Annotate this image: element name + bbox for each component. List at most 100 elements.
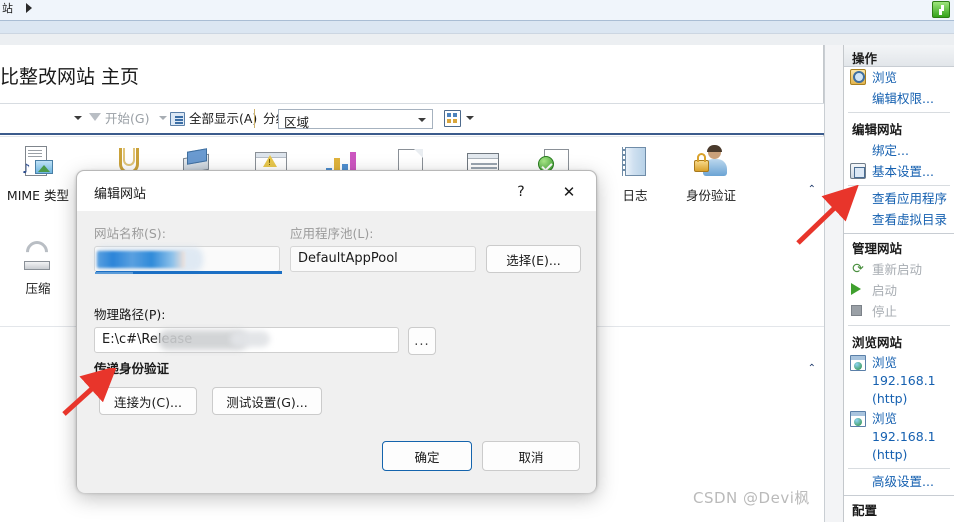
site-name-input[interactable]	[94, 246, 282, 274]
forward-arrow-icon[interactable]	[26, 3, 32, 13]
feature-label: MIME 类型	[6, 188, 70, 203]
action-label: 停止	[872, 304, 898, 319]
feature-compression[interactable]: 压缩	[0, 236, 81, 297]
view-chevron-down-icon[interactable]	[466, 116, 474, 120]
site-name-selection	[97, 251, 185, 268]
action-view-virtual-directories[interactable]: 查看虚拟目录	[844, 209, 954, 230]
basic-settings-icon	[850, 163, 866, 179]
logging-icon	[616, 144, 654, 182]
features-top-rule	[0, 136, 824, 137]
running-badge-icon[interactable]	[932, 1, 950, 18]
action-label: 浏览 192.168.1 (http)	[872, 355, 936, 406]
group-by-select[interactable]: 区域	[278, 109, 433, 130]
select-app-pool-button[interactable]: 选择(E)...	[486, 245, 581, 273]
show-all-label[interactable]: 全部显示(A)	[189, 111, 257, 127]
select-button-label: 选择(E)...	[506, 252, 561, 268]
help-icon[interactable]: ?	[508, 179, 534, 205]
actions-header: 操作	[844, 45, 954, 67]
physical-path-label: 物理路径(P):	[94, 307, 166, 322]
action-browse-site-1[interactable]: 浏览 192.168.1 (http)	[844, 353, 954, 409]
dialog-title: 编辑网站	[94, 187, 147, 202]
actions-divider	[848, 325, 950, 326]
strip-fill-lower	[0, 34, 954, 45]
actions-group-title-manage-site: 管理网站	[852, 241, 903, 256]
action-view-applications[interactable]: 查看应用程序	[844, 188, 954, 209]
action-label: 高级设置...	[872, 474, 934, 489]
content-toolbar: 开始(G) 全部显示(A) 分组依据: 区域	[0, 104, 824, 134]
browse-site-icon	[850, 355, 866, 371]
actions-group-title-configure: 配置	[852, 503, 878, 518]
action-browse-site-2[interactable]: 浏览 192.168.1 (http)	[844, 409, 954, 465]
start-icon	[851, 283, 861, 295]
pane-splitter[interactable]	[824, 45, 843, 522]
feature-label: 压缩	[25, 281, 51, 296]
window-top-strip: 站	[0, 0, 954, 20]
actions-divider	[848, 468, 950, 469]
action-start[interactable]: 启动	[844, 280, 954, 301]
strip-fill-upper	[0, 21, 954, 33]
cancel-button-label: 取消	[518, 449, 544, 465]
actions-group-title-browse-site: 浏览网站	[852, 335, 903, 350]
actions-header-label: 操作	[852, 51, 878, 66]
action-label: 基本设置...	[872, 164, 934, 179]
app-pool-label: 应用程序池(L):	[290, 226, 374, 241]
action-browse[interactable]: 浏览	[844, 67, 954, 88]
iis-manager-window: 站 比整改网站 主页 开始(G) 全部显示(A) 分组依据: 区域	[0, 0, 954, 522]
app-pool-input[interactable]: DefaultAppPool	[290, 246, 476, 272]
action-restart[interactable]: ⟳ 重新启动	[844, 259, 954, 280]
action-label: 浏览 192.168.1 (http)	[872, 411, 936, 462]
toolbar-separator	[254, 109, 255, 128]
feature-authentication[interactable]: 身份验证	[668, 144, 754, 204]
filter-icon	[89, 113, 102, 125]
dialog-body: 网站名称(S): 应用程序池(L): DefaultAppPool 选择(E).…	[77, 211, 596, 493]
actions-divider	[848, 185, 950, 186]
annotation-arrow-passthrough	[62, 368, 118, 416]
test-settings-button[interactable]: 测试设置(G)...	[212, 387, 322, 415]
dialog-title-bar: 编辑网站 ? ✕	[77, 171, 596, 211]
cancel-button[interactable]: 取消	[482, 441, 580, 471]
action-label: 编辑权限...	[872, 91, 934, 106]
toolbar-left-chevron-down-icon[interactable]	[74, 116, 82, 120]
browse-site-icon	[850, 411, 866, 427]
test-settings-label: 测试设置(G)...	[226, 394, 308, 410]
action-advanced-settings[interactable]: 高级设置...	[844, 471, 954, 492]
mime-types-icon: ♪	[19, 144, 57, 182]
action-edit-permissions[interactable]: 编辑权限...	[844, 88, 954, 109]
filter-start-label[interactable]: 开始(G)	[105, 111, 149, 127]
close-icon[interactable]: ✕	[554, 179, 584, 205]
action-label: 重新启动	[872, 262, 923, 277]
filter-chevron-down-icon[interactable]	[159, 116, 167, 120]
chevron-down-icon	[418, 118, 426, 122]
authentication-icon	[692, 144, 730, 182]
group-by-value: 区域	[284, 115, 310, 130]
action-label: 绑定...	[872, 143, 909, 158]
action-bindings[interactable]: 绑定...	[844, 140, 954, 161]
ok-button[interactable]: 确定	[382, 441, 472, 471]
stop-icon	[851, 305, 862, 316]
app-icon: 站	[2, 2, 13, 15]
action-label: 启动	[872, 283, 898, 298]
physical-path-redaction-2	[230, 331, 270, 347]
show-all-icon	[170, 112, 185, 126]
view-icon[interactable]	[444, 110, 461, 127]
physical-path-input[interactable]: E:\c#\Release	[94, 327, 399, 353]
browse-icon	[850, 69, 866, 85]
action-stop[interactable]: 停止	[844, 301, 954, 322]
restart-icon: ⟳	[852, 261, 864, 277]
feature-label: 日志	[622, 188, 648, 203]
feature-mime-types[interactable]: ♪ MIME 类型	[0, 144, 81, 204]
edit-site-dialog: 编辑网站 ? ✕ 网站名称(S): 应用程序池(L): DefaultAppPo…	[76, 170, 597, 493]
app-pool-value: DefaultAppPool	[298, 251, 398, 266]
action-label: 查看应用程序	[872, 191, 948, 206]
browse-path-button[interactable]: ...	[408, 327, 436, 355]
browse-button-label: ...	[414, 333, 430, 349]
toolbar-underline	[0, 133, 824, 135]
ok-button-label: 确定	[414, 449, 440, 465]
actions-group-title-edit-site: 编辑网站	[852, 122, 903, 137]
page-title: 比整改网站 主页	[0, 66, 140, 88]
chevron-up-icon[interactable]: ⌃	[808, 363, 816, 374]
actions-pane: 操作 浏览 编辑权限... 编辑网站 绑定... 基本设置... 查看应用程序 …	[843, 45, 954, 522]
action-basic-settings[interactable]: 基本设置...	[844, 161, 954, 182]
compression-icon	[19, 236, 57, 275]
feature-logging[interactable]: 日志	[592, 144, 678, 204]
